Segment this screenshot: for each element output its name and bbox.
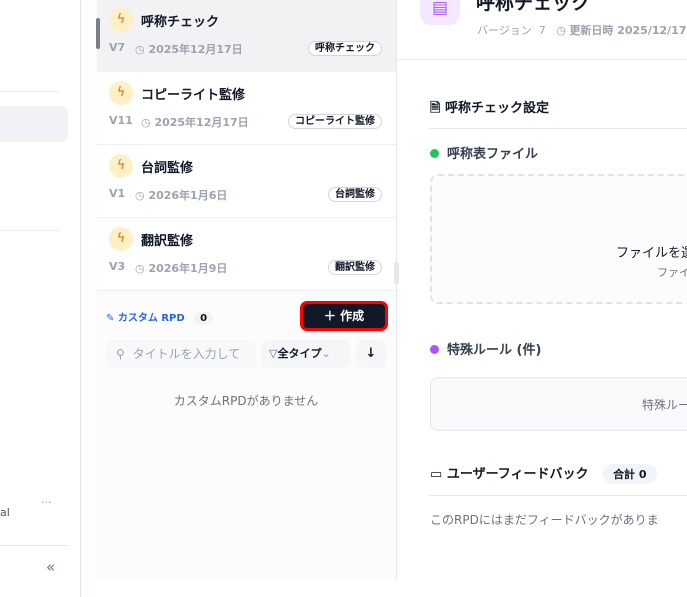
- divider: [0, 91, 60, 92]
- file-heading-text: 呼称表ファイル: [447, 147, 539, 162]
- rpd-version: V3: [109, 260, 126, 273]
- message-icon: ▭: [430, 467, 443, 482]
- dropzone-text: ファイルを選: [616, 246, 687, 261]
- edit-icon: ✎: [106, 313, 115, 324]
- version-value: 7: [538, 24, 546, 37]
- arrow-down-icon: ↓: [365, 346, 377, 361]
- rpd-date: ◷ 2025年12月17日: [135, 41, 243, 57]
- clock-icon: ◷: [141, 116, 155, 129]
- rules-heading-text: 特殊ルール (件): [447, 343, 542, 358]
- updated-date: 更新日時 2025/12/17: [569, 24, 687, 37]
- document-icon: ▤: [420, 0, 460, 25]
- settings-heading-text: 呼称チェック設定: [444, 101, 549, 116]
- sidebar-item-active[interactable]: [0, 106, 68, 142]
- empty-message: カスタムRPDがありません: [173, 394, 319, 408]
- file-icon: 🗎: [430, 101, 441, 116]
- divider: [397, 59, 687, 60]
- search-icon: ⚲: [116, 347, 125, 361]
- file-dropzone[interactable]: ファイルを選 ファイ: [430, 174, 687, 304]
- sort-button[interactable]: ↓: [356, 340, 386, 368]
- search-input[interactable]: ⚲ タイトルを入力して: [106, 340, 256, 368]
- rules-heading: 特殊ルール (件): [430, 339, 541, 358]
- user-name: al: [0, 506, 10, 519]
- rpd-date-text: 2025年12月17日: [148, 43, 243, 56]
- sidebar: al ··· «: [0, 0, 81, 597]
- rpd-version: V1: [109, 187, 126, 200]
- rpd-date: ◷ 2025年12月17日: [141, 114, 249, 130]
- custom-rpd-header: ✎ カスタム RPD 0: [106, 309, 214, 325]
- rpd-date: ◷ 2026年1月9日: [135, 260, 227, 276]
- meta: バージョン 7 ◷ 更新日時 2025/12/17: [477, 22, 687, 38]
- bolt-icon: ϟ: [109, 81, 133, 105]
- rpd-title: 呼称チェック: [141, 15, 220, 30]
- custom-rpd-label: カスタム RPD: [117, 313, 185, 324]
- rpd-date: ◷ 2026年1月6日: [135, 187, 227, 203]
- rpd-tag: 台詞監修: [328, 187, 382, 202]
- file-heading: 呼称表ファイル: [430, 143, 538, 162]
- plus-icon: ＋: [323, 309, 341, 323]
- version-label: バージョン: [477, 24, 532, 37]
- rpd-detail: ▤ 呼称チェック バージョン 7 ◷ 更新日時 2025/12/17 🗎 呼称チ…: [397, 0, 687, 597]
- feedback-heading: ▭ ユーザーフィードバック 合計 0: [430, 463, 657, 484]
- scrollbar[interactable]: [96, 18, 100, 49]
- rpd-list-item[interactable]: ϟ 台詞監修 V1 ◷ 2026年1月6日 台詞監修: [97, 145, 396, 218]
- custom-count-badge: 0: [194, 312, 214, 325]
- bolt-icon: ϟ: [109, 8, 133, 32]
- more-icon[interactable]: ···: [41, 496, 52, 509]
- chevron-down-icon: ⌄: [321, 347, 331, 360]
- rpd-tag: コピーライト監修: [288, 114, 382, 129]
- rpd-title: 翻訳監修: [141, 234, 194, 249]
- rpd-list-item[interactable]: ϟ 翻訳監修 V3 ◷ 2026年1月9日 翻訳監修: [97, 218, 396, 291]
- type-filter-dropdown[interactable]: ▽全タイプ⌄: [261, 340, 350, 368]
- rpd-date-text: 2026年1月9日: [148, 262, 228, 275]
- rpd-list-item[interactable]: ϟ コピーライト監修 V11 ◷ 2025年12月17日 コピーライト監修: [97, 72, 396, 145]
- divider: [0, 230, 60, 231]
- rules-empty-box: 特殊ルー: [430, 377, 687, 431]
- rpd-tag: 翻訳監修: [328, 260, 382, 275]
- settings-heading: 🗎 呼称チェック設定: [430, 97, 549, 121]
- rpd-tag: 呼称チェック: [308, 41, 382, 56]
- rpd-list-panel: ϟ 呼称チェック V7 ◷ 2025年12月17日 呼称チェック ϟ コピーライト…: [96, 0, 397, 580]
- clock-icon: ◷: [135, 262, 149, 275]
- rpd-list-item[interactable]: ϟ 呼称チェック V7 ◷ 2025年12月17日 呼称チェック: [97, 0, 396, 72]
- dropzone-subtext: ファイ: [657, 266, 687, 279]
- feedback-empty-text: このRPDにはまだフィードバックがありま: [430, 513, 659, 527]
- bolt-icon: ϟ: [109, 227, 133, 251]
- feedback-total-badge: 合計 0: [603, 464, 657, 484]
- divider: [430, 495, 687, 496]
- page-title: 呼称チェック: [476, 0, 591, 14]
- rpd-version: V7: [109, 41, 126, 54]
- search-placeholder: タイトルを入力して: [132, 347, 241, 361]
- rpd-title: 台詞監修: [141, 161, 194, 176]
- type-filter-value: 全タイプ: [277, 347, 322, 360]
- clock-icon: ◷: [135, 189, 149, 202]
- status-dot: [430, 345, 439, 354]
- feedback-heading-text: ユーザーフィードバック: [446, 467, 589, 482]
- rpd-version: V11: [109, 114, 133, 127]
- status-dot: [430, 149, 439, 158]
- rpd-date-text: 2026年1月6日: [148, 189, 228, 202]
- clock-icon: ◷: [135, 43, 149, 56]
- divider: [430, 128, 687, 129]
- rpd-title: コピーライト監修: [141, 88, 246, 103]
- clock-icon: ◷: [556, 24, 566, 37]
- collapse-sidebar-button[interactable]: «: [46, 558, 55, 576]
- create-button[interactable]: ＋ 作成: [300, 301, 388, 331]
- bolt-icon: ϟ: [109, 154, 133, 178]
- create-label: 作成: [340, 309, 365, 323]
- rules-empty-text: 特殊ルー: [642, 398, 687, 412]
- rpd-date-text: 2025年12月17日: [154, 116, 249, 129]
- divider: [0, 545, 68, 546]
